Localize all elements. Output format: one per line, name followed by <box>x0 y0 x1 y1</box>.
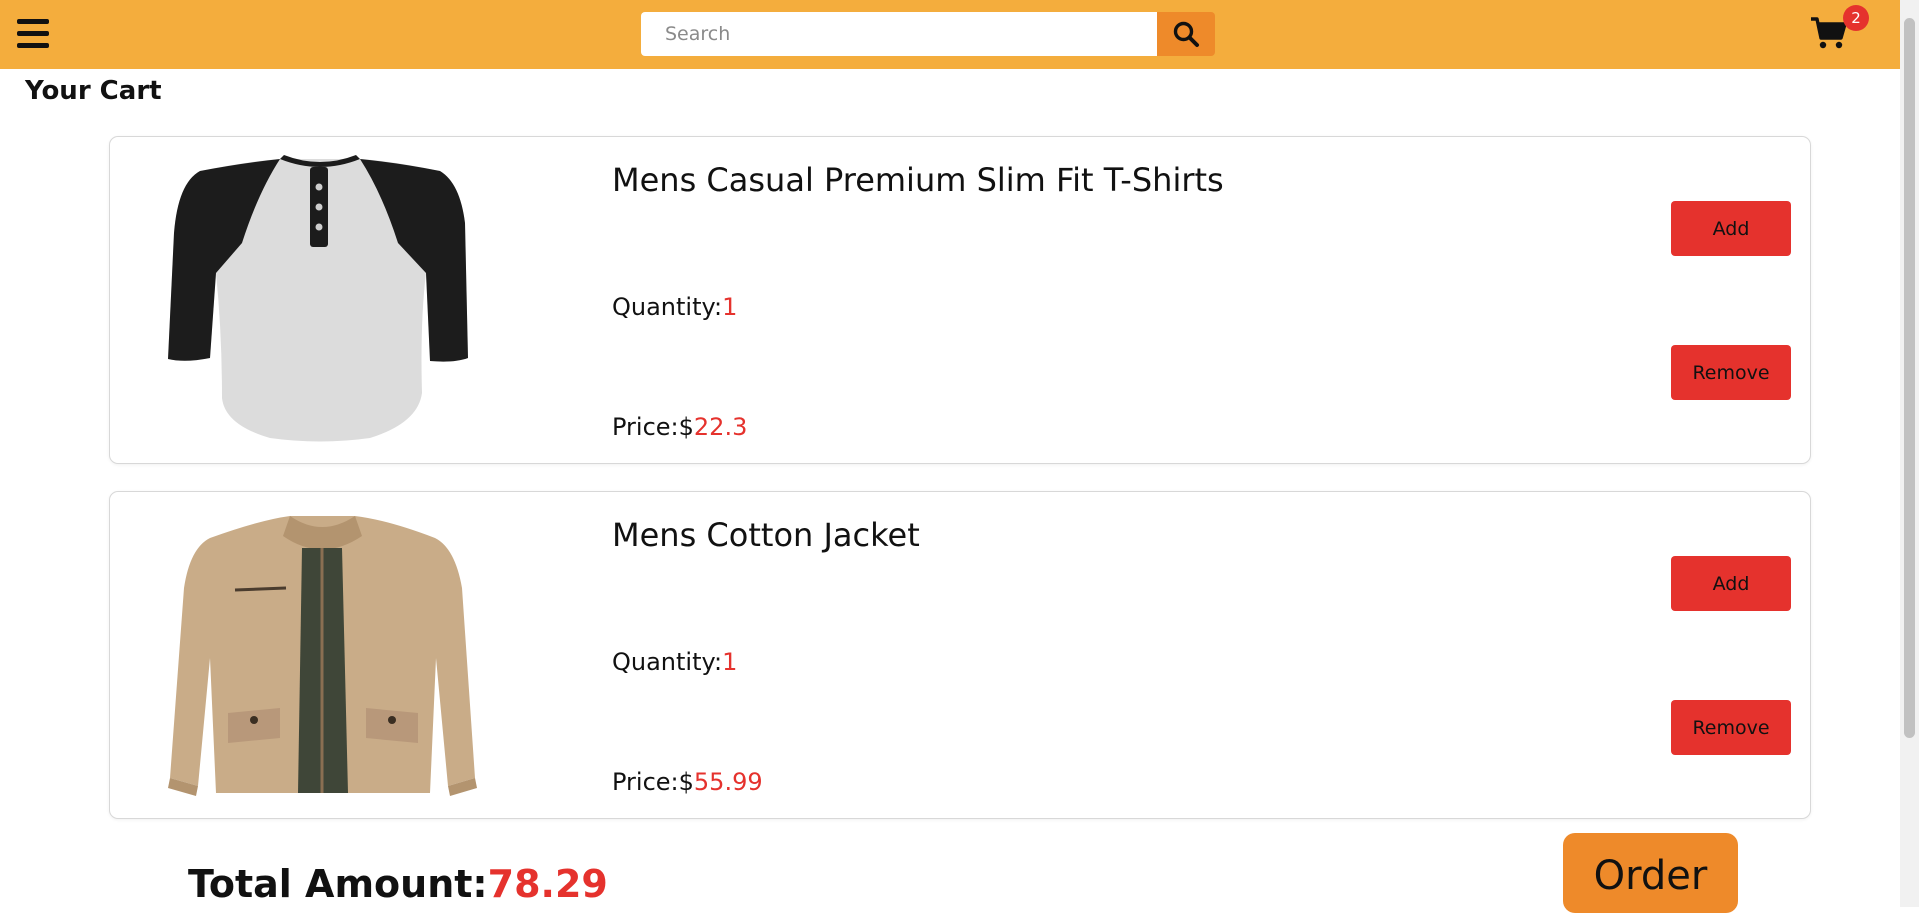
price-label: Price:$ <box>612 413 694 441</box>
search-bar <box>641 12 1215 56</box>
hamburger-menu-icon[interactable] <box>17 17 49 51</box>
product-title: Mens Cotton Jacket <box>612 516 920 554</box>
quantity-label: Quantity: <box>612 648 723 676</box>
quantity-value: 1 <box>722 648 738 676</box>
add-button[interactable]: Add <box>1671 556 1791 611</box>
page-title: Your Cart <box>25 76 162 106</box>
price-value: 22.3 <box>693 413 748 441</box>
scrollbar-thumb[interactable] <box>1904 18 1915 738</box>
price-value: 55.99 <box>693 768 763 796</box>
cart-count-badge: 2 <box>1843 5 1869 31</box>
order-button[interactable]: Order <box>1563 833 1738 913</box>
price-row: Price:$55.99 <box>612 768 763 796</box>
price-row: Price:$22.3 <box>612 413 747 441</box>
quantity-row: Quantity:1 <box>612 648 737 676</box>
cart-item-card: Mens Casual Premium Slim Fit T-Shirts Qu… <box>109 136 1811 464</box>
total-value: 78.29 <box>487 862 608 906</box>
cart-item-card: Mens Cotton Jacket Quantity:1 Price:$55.… <box>109 491 1811 819</box>
search-icon <box>1173 21 1199 47</box>
remove-button[interactable]: Remove <box>1671 345 1791 400</box>
price-label: Price:$ <box>612 768 694 796</box>
cart-icon <box>1811 17 1847 49</box>
add-button[interactable]: Add <box>1671 201 1791 256</box>
total-label: Total Amount: <box>188 862 488 906</box>
total-amount: Total Amount:78.29 <box>188 862 608 906</box>
tshirt-raglan-image <box>168 155 468 442</box>
quantity-row: Quantity:1 <box>612 293 737 321</box>
product-title: Mens Casual Premium Slim Fit T-Shirts <box>612 161 1224 199</box>
quantity-label: Quantity: <box>612 293 723 321</box>
top-navbar: 2 <box>0 0 1900 69</box>
search-input[interactable] <box>641 12 1157 56</box>
search-button[interactable] <box>1157 12 1215 56</box>
quantity-value: 1 <box>722 293 738 321</box>
cotton-jacket-image <box>168 516 477 796</box>
vertical-scrollbar[interactable] <box>1900 0 1919 907</box>
remove-button[interactable]: Remove <box>1671 700 1791 755</box>
